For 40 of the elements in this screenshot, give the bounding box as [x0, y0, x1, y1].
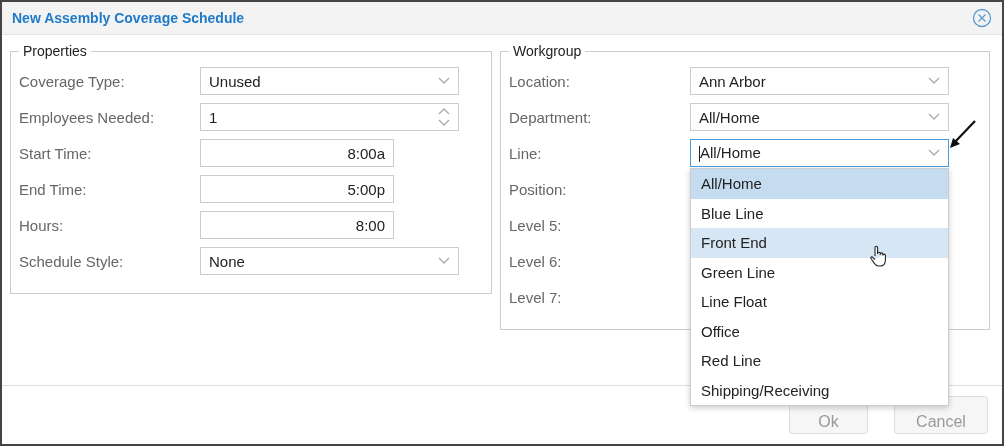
chevron-down-icon	[928, 113, 940, 121]
dropdown-option[interactable]: Office	[691, 316, 948, 346]
window-title: New Assembly Coverage Schedule	[12, 10, 245, 26]
dropdown-field[interactable]: Ann Arbor	[690, 67, 949, 95]
field-label: Level 6:	[509, 252, 563, 270]
field-label: Hours:	[19, 216, 65, 234]
spinner-icon	[438, 107, 450, 127]
chevron-down-icon	[438, 257, 450, 265]
chevron-down-icon	[928, 149, 940, 157]
close-icon[interactable]	[972, 8, 992, 28]
field-label: Coverage Type:	[19, 72, 126, 90]
section-title: Workgroup	[512, 43, 583, 59]
chevron-down-icon	[438, 77, 450, 85]
dropdown-option[interactable]: Front End	[691, 228, 948, 258]
field-label: Location:	[509, 72, 571, 90]
dropdown-field[interactable]: All/Home	[690, 103, 949, 131]
hand-cursor-icon	[869, 245, 887, 267]
dropdown-option[interactable]: Blue Line	[691, 198, 948, 228]
field-label: Level 5:	[509, 216, 563, 234]
dropdown-field[interactable]: Unused	[200, 67, 459, 95]
section-title: Properties	[22, 43, 88, 59]
field-label: Department:	[509, 108, 593, 126]
dropdown-option[interactable]: All/Home	[691, 169, 948, 199]
number-field[interactable]: 1	[200, 103, 459, 131]
dropdown-field[interactable]: None	[200, 247, 459, 275]
field-label: Schedule Style:	[19, 252, 125, 270]
dropdown-option[interactable]: Line Float	[691, 287, 948, 317]
field-label: Level 7:	[509, 288, 563, 306]
time-field[interactable]: 5:00p	[200, 175, 394, 203]
chevron-down-icon	[928, 77, 940, 85]
field-label: End Time:	[19, 180, 88, 198]
time-field[interactable]: 8:00	[200, 211, 394, 239]
field-label: Position:	[509, 180, 568, 198]
field-label: Start Time:	[19, 144, 93, 162]
time-field[interactable]: 8:00a	[200, 139, 394, 167]
field-label: Line:	[509, 144, 543, 162]
arrow-icon	[948, 119, 978, 151]
dropdown-option[interactable]: Red Line	[691, 346, 948, 376]
field-label: Employees Needed:	[19, 108, 156, 126]
dropdown-option[interactable]: Green Line	[691, 257, 948, 287]
